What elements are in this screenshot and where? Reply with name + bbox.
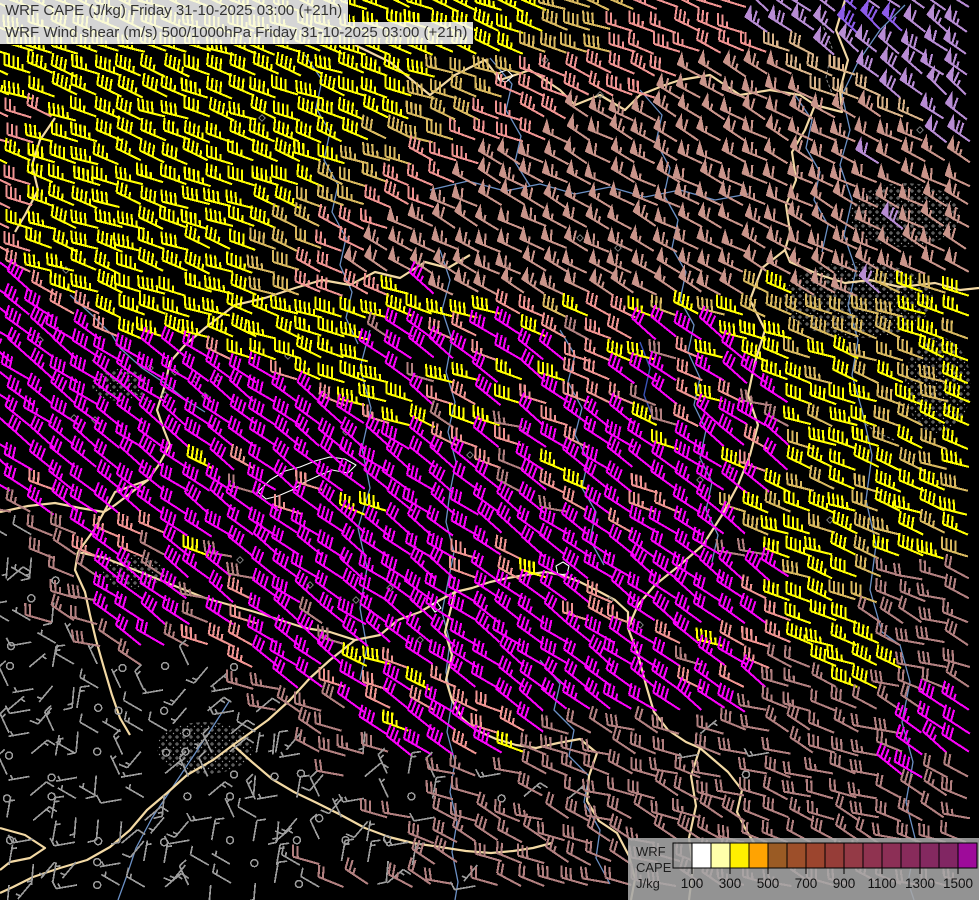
legend-tick-label: 1500 [943,876,973,891]
legend-tick-label: 700 [795,876,818,891]
weather-map-stage: WRF CAPE (J/kg) Friday 31-10-2025 03:00 … [0,0,979,900]
legend-tick-label: 100 [681,876,704,891]
cape-legend: WRF CAPE J/kg 100 300 500 700 900 1100 1300 150… [628,838,979,900]
cape-legend-cell [881,842,902,869]
cape-legend-cell [919,842,940,869]
title-overlay: WRF CAPE (J/kg) Friday 31-10-2025 03:00 … [0,0,475,45]
map-title-cape: WRF CAPE (J/kg) Friday 31-10-2025 03:00 … [0,0,350,22]
legend-tick-label: 1300 [905,876,935,891]
legend-tick-label: 500 [757,876,780,891]
legend-tick-label: 900 [833,876,856,891]
cape-legend-cell [957,842,978,869]
cape-legend-cell [862,842,883,869]
cape-legend-cell [691,842,712,869]
wind-barb-map [0,0,979,900]
cape-legend-cell [748,842,769,869]
cape-legend-cell [767,842,788,869]
map-title-shear: WRF Wind shear (m/s) 500/1000hPa Friday … [0,22,475,45]
cape-legend-cell [843,842,864,869]
cape-colorbar: 100 300 500 700 900 1100 1300 1500 [672,842,978,891]
cape-legend-cell [710,842,731,869]
legend-tick-label: 300 [719,876,742,891]
cape-legend-cell [824,842,845,869]
cape-legend-cell [672,842,693,869]
cape-legend-cell [805,842,826,869]
legend-tick-label: 1100 [867,876,896,891]
cape-legend-cell [729,842,750,869]
cape-legend-cell [786,842,807,869]
cape-legend-cell [938,842,959,869]
cape-legend-cell [900,842,921,869]
